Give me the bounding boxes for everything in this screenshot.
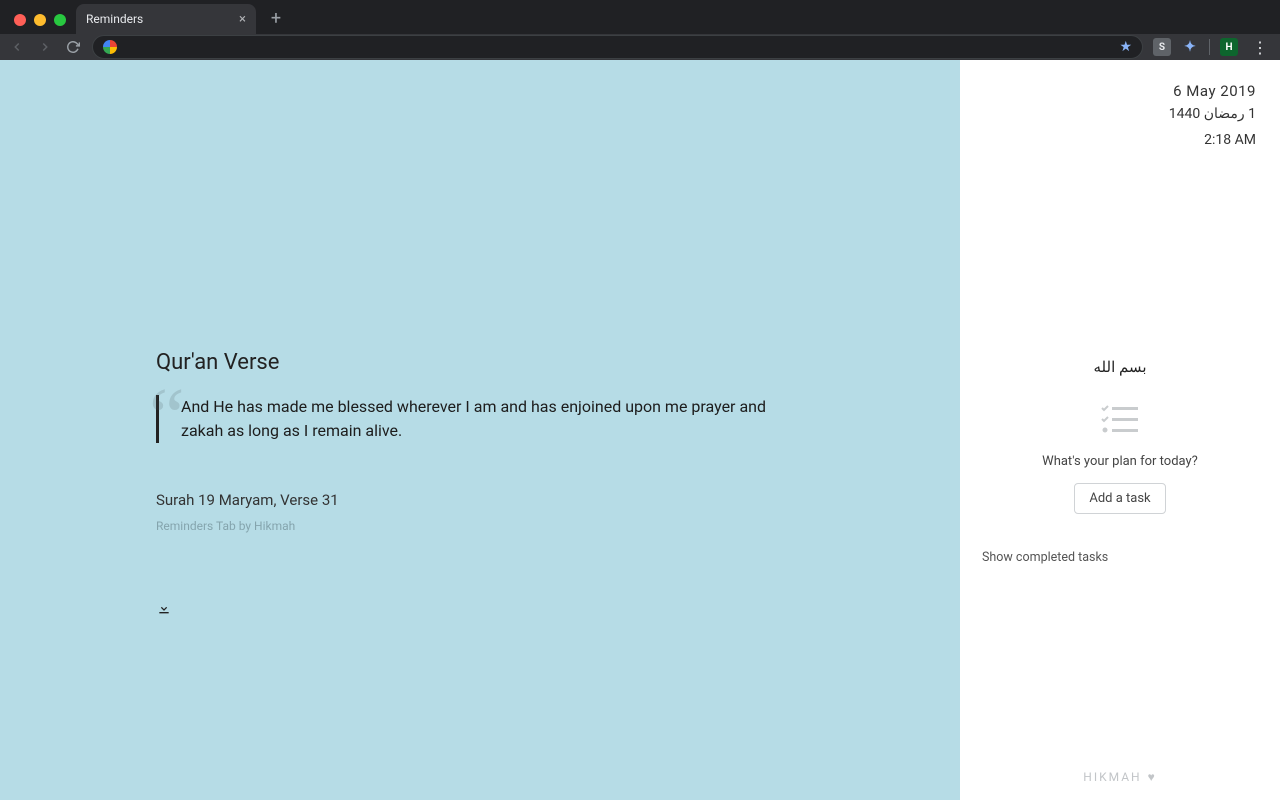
verse-reference: Surah 19 Maryam, Verse 31: [156, 491, 796, 509]
new-tab-button[interactable]: +: [262, 4, 290, 32]
checklist-icon: [1100, 404, 1140, 440]
quote-mark-icon: “: [149, 377, 185, 457]
back-button[interactable]: [8, 38, 26, 56]
add-task-button[interactable]: Add a task: [1074, 483, 1165, 514]
verse-text: And He has made me blessed wherever I am…: [181, 395, 796, 443]
extensions-puzzle-icon[interactable]: ✦: [1181, 38, 1199, 56]
show-completed-link[interactable]: Show completed tasks: [982, 550, 1108, 565]
tab-strip: Reminders × +: [0, 0, 1280, 34]
toolbar-divider: [1209, 39, 1210, 55]
verse-quote: “ And He has made me blessed wherever I …: [156, 395, 796, 443]
profile-avatar-icon[interactable]: H: [1220, 38, 1238, 56]
sidebar-footer: HIKMAH ♥: [960, 770, 1280, 784]
close-window-button[interactable]: [14, 14, 26, 26]
tab-title: Reminders: [86, 12, 143, 26]
browser-tab[interactable]: Reminders ×: [76, 4, 256, 34]
gregorian-date: 6 May 2019: [960, 82, 1256, 100]
footer-brand: HIKMAH: [1083, 770, 1141, 784]
bismillah-text: بسم الله: [1093, 358, 1146, 376]
close-tab-icon[interactable]: ×: [239, 12, 246, 27]
browser-toolbar: ★ S ✦ H ⋮: [0, 34, 1280, 60]
main-panel: Qur'an Verse “ And He has made me blesse…: [0, 60, 960, 800]
verse-block: Qur'an Verse “ And He has made me blesse…: [156, 350, 796, 533]
browser-chrome: Reminders × + ★ S ✦ H ⋮: [0, 0, 1280, 60]
window-controls: [8, 14, 76, 34]
forward-button[interactable]: [36, 38, 54, 56]
download-button[interactable]: [156, 600, 172, 620]
verse-heading: Qur'an Verse: [156, 350, 796, 375]
hijri-date: 1 رمضان 1440: [960, 106, 1256, 122]
bookmark-star-icon[interactable]: ★: [1119, 39, 1132, 55]
extension-s-icon[interactable]: S: [1153, 38, 1171, 56]
date-block: 6 May 2019 1 رمضان 1440 2:18 AM: [960, 60, 1280, 148]
tasks-section: بسم الله What's your plan for today? Add…: [960, 358, 1280, 514]
google-icon: [103, 40, 117, 54]
reload-button[interactable]: [64, 38, 82, 56]
heart-icon: ♥: [1148, 770, 1157, 784]
browser-menu-button[interactable]: ⋮: [1248, 38, 1272, 57]
address-input[interactable]: [125, 40, 1111, 55]
task-prompt: What's your plan for today?: [1042, 454, 1198, 469]
omnibox[interactable]: ★: [92, 35, 1143, 59]
maximize-window-button[interactable]: [54, 14, 66, 26]
sidebar-panel: 6 May 2019 1 رمضان 1440 2:18 AM بسم الله…: [960, 60, 1280, 800]
minimize-window-button[interactable]: [34, 14, 46, 26]
current-time: 2:18 AM: [960, 132, 1256, 148]
verse-credit: Reminders Tab by Hikmah: [156, 519, 796, 533]
page-viewport: Qur'an Verse “ And He has made me blesse…: [0, 60, 1280, 800]
